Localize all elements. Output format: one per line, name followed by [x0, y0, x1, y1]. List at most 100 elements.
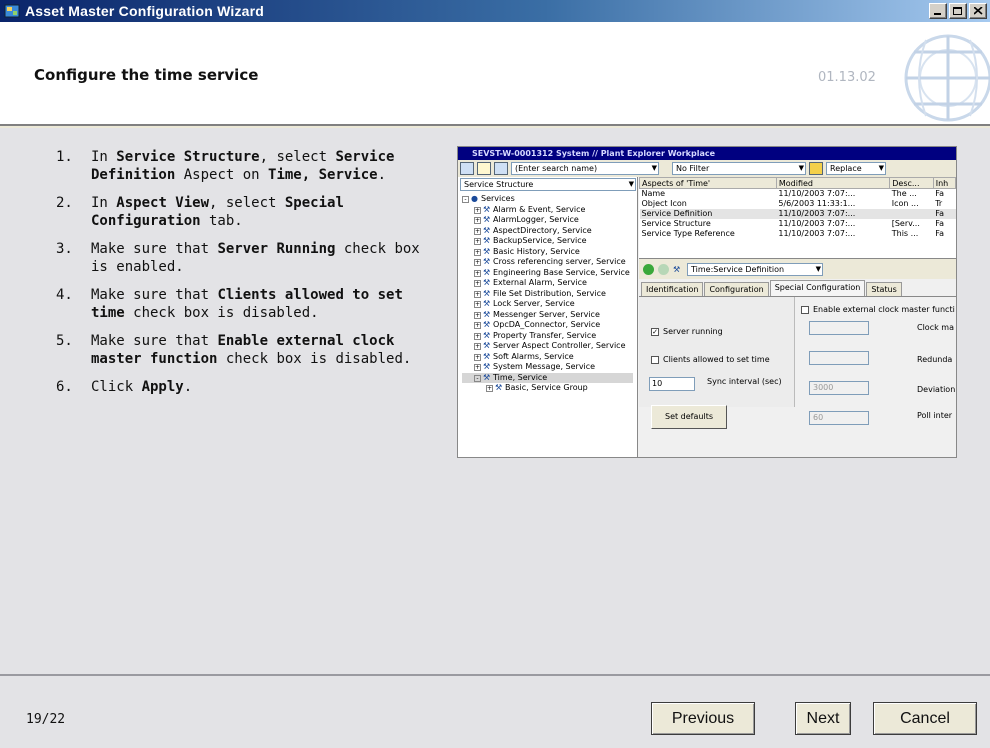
grid-icon [494, 162, 508, 175]
embedded-screenshot: SEVST-W-0001312 System // Plant Explorer… [457, 146, 957, 458]
structure-pane: Service Structure -●Services+⚒Alarm & Ev… [458, 177, 638, 457]
tree-item: + ⚒ Basic, Service Group [486, 383, 588, 392]
instruction-steps: 1. In Service Structure, select Service D… [56, 148, 432, 406]
tree-item: + ⚒ Cross referencing server, Service [474, 257, 626, 266]
window-title: Asset Master Configuration Wizard [25, 3, 265, 19]
wrench-icon: ⚒ [483, 362, 491, 371]
wrench-icon: ⚒ [495, 383, 503, 392]
poll-interval-label: Poll inter [917, 411, 953, 420]
wrench-icon: ⚒ [483, 278, 491, 287]
tree-item: - ⚒ Time, Service [462, 372, 633, 383]
grid-header: Inh [932, 177, 956, 189]
step-number: 1. [56, 149, 73, 165]
wrench-icon: ⚒ [483, 288, 491, 298]
grid-header: Desc... [889, 177, 934, 189]
tree-item: + ⚒ Server Aspect Controller, Service [474, 341, 626, 350]
table-row: Object Icon 5/6/2003 11:33:1... Icon ... Tr [641, 199, 943, 208]
tree-item: + ⚒ Alarm & Event, Service [474, 204, 586, 214]
globe-icon: ● [471, 194, 478, 203]
lightning-icon [809, 162, 823, 175]
set-defaults-button: Set defaults [651, 405, 727, 429]
grid-header: Aspects of 'Time' [639, 177, 777, 189]
tree-item: + ⚒ OpcDA_Connector, Service [474, 320, 601, 329]
clock-master-input [809, 321, 869, 335]
close-view-icon [460, 162, 474, 175]
tree-item: + ⚒ Messenger Server, Service [474, 309, 600, 319]
wrench-icon: ⚒ [483, 309, 491, 319]
step-item: 6. Click Apply. [56, 378, 432, 396]
step-item: 4. Make sure that Clients allowed to set … [56, 286, 432, 322]
cancel-button[interactable]: Cancel [873, 702, 977, 735]
wrench-icon: ⚒ [483, 351, 491, 361]
tree-item: - ● Services [462, 194, 633, 205]
tree-item: + ⚒ Property Transfer, Service [474, 330, 597, 340]
wrench-icon: ⚒ [483, 225, 491, 235]
tree-item: + ⚒ Lock Server, Service [474, 299, 575, 308]
tree-item: + ⚒ BackupService, Service [474, 236, 587, 245]
next-button[interactable]: Next [795, 702, 851, 735]
page-indicator: 19/22 [26, 712, 66, 727]
maximize-button[interactable] [949, 3, 967, 19]
step-item: 2. In Aspect View, select Special Configu… [56, 194, 432, 230]
structure-combo: Service Structure [460, 178, 636, 191]
table-row: Service Structure 11/10/2003 7:07:... [Ser… [641, 219, 945, 228]
title-bar: Asset Master Configuration Wizard [0, 0, 990, 22]
aspect-path-combo: Time:Service Definition [687, 262, 823, 276]
filter-combo: No Filter [672, 162, 806, 175]
clients-allowed-checkbox: Clients allowed to set time [651, 355, 770, 364]
tree-item: + ⚒ Basic History, Service [474, 246, 580, 256]
minimize-button[interactable] [929, 3, 947, 19]
tree-item: + ⚒ AspectDirectory, Service [474, 225, 592, 235]
tree-item: + ⚒ Soft Alarms, Service [474, 351, 574, 361]
replace-combo: Replace [826, 162, 886, 175]
wrench-icon: ⚒ [483, 236, 491, 245]
external-clock-checkbox: Enable external clock master functi [801, 305, 955, 314]
sync-interval-input: 10 [649, 377, 695, 391]
table-row: Service Definition 11/10/2003 7:07:... Fa [639, 208, 956, 219]
step-number: 5. [56, 333, 73, 349]
poll-interval-input: 60 [809, 411, 869, 425]
table-row: Service Type Reference 11/10/2003 7:07:..… [641, 229, 945, 238]
tab-item: Status [866, 282, 902, 296]
step-number: 6. [56, 379, 73, 395]
aspect-pane: Aspects of 'Time' Modified Desc... Inh Name… [639, 177, 956, 457]
wrench-icon: ⚒ [483, 372, 491, 382]
tree-item: + ⚒ File Set Distribution, Service [474, 288, 606, 298]
tree-item: + ⚒ External Alarm, Service [474, 278, 587, 287]
aspect-tabs: Identification Configuration Special Confi… [639, 279, 956, 297]
screenshot-title: SEVST-W-0001312 System // Plant Explorer… [458, 147, 956, 160]
wrench-icon: ⚒ [673, 264, 681, 274]
deviation-label: Deviation [917, 385, 956, 394]
tree-item: + ⚒ Engineering Base Service, Service [474, 267, 630, 277]
structure-tree: - ● Services + ⚒ Alarm & Event, Service + ⚒ Alar… [458, 192, 637, 396]
search-icon [477, 162, 491, 175]
wrench-icon: ⚒ [483, 320, 491, 329]
grid-header: Modified [775, 177, 891, 189]
step-number: 2. [56, 195, 73, 211]
tree-item: + ⚒ AlarmLogger, Service [474, 215, 579, 224]
step-text: In Service Structure, select Service Def… [91, 149, 395, 183]
step-item: 1. In Service Structure, select Service D… [56, 148, 432, 184]
wrench-icon: ⚒ [483, 341, 491, 350]
step-text: Make sure that Clients allowed to set ti… [91, 287, 403, 321]
step-number: 3. [56, 241, 73, 257]
search-combo: (Enter search name) [511, 162, 659, 175]
special-config-form: ✓ Server running Clients allowed to set t… [639, 297, 956, 429]
step-text: In Aspect View, select Special Configura… [91, 195, 344, 229]
page-title: Configure the time service [34, 66, 259, 84]
previous-button[interactable]: Previous [651, 702, 755, 735]
back-icon [643, 263, 654, 275]
tree-item: + ⚒ System Message, Service [474, 362, 596, 371]
close-button[interactable] [969, 3, 987, 19]
wrench-icon: ⚒ [483, 257, 491, 266]
wizard-header: Configure the time service 01.13.02 [0, 22, 990, 126]
step-text: Make sure that Server Running check box … [91, 241, 420, 275]
maximize-icon [953, 6, 962, 15]
minimize-icon [934, 13, 941, 15]
aspect-grid: Aspects of 'Time' Modified Desc... Inh Name… [639, 177, 956, 259]
forward-icon [658, 263, 669, 275]
step-text: Make sure that Enable external clock mas… [91, 333, 412, 367]
sync-interval-label: Sync interval (sec) [707, 377, 782, 386]
tab-item: Special Configuration [769, 280, 866, 296]
table-row: Name 11/10/2003 7:07:... The ... Fa [641, 189, 945, 199]
